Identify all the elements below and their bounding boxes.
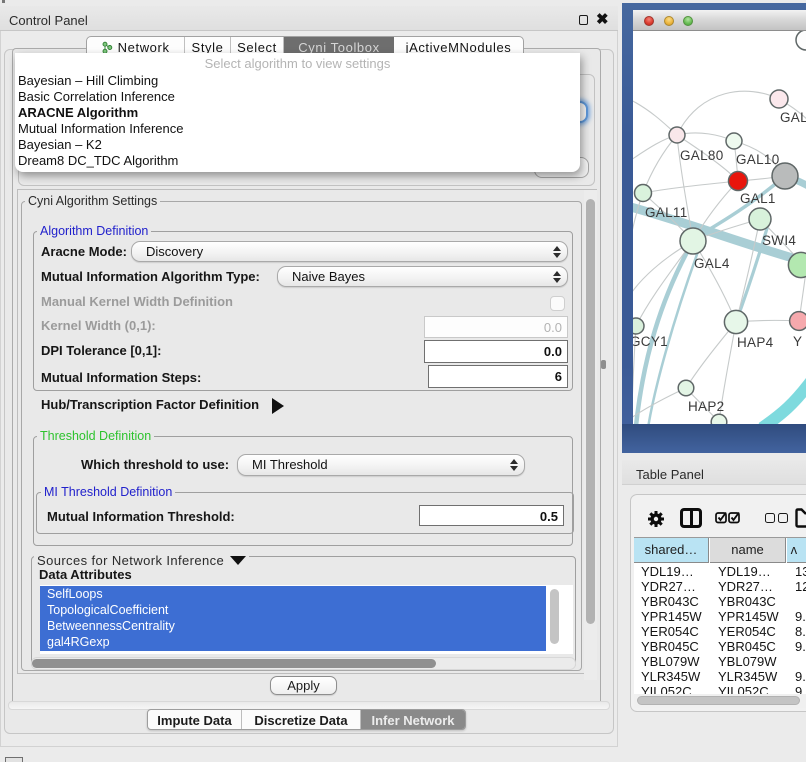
svg-text:GAL1: GAL1 [740,191,776,206]
svg-text:HAP4: HAP4 [737,335,774,350]
svg-text:GAL2: GAL2 [780,110,806,125]
svg-text:GAL80: GAL80 [680,148,724,163]
svg-text:GAL4: GAL4 [694,256,730,271]
svg-text:GCY1: GCY1 [633,334,668,349]
svg-text:Y: Y [793,334,802,349]
svg-text:GAL10: GAL10 [736,152,780,167]
svg-text:GAL11: GAL11 [645,205,688,220]
svg-text:SWI4: SWI4 [762,233,796,248]
svg-text:HAP2: HAP2 [688,399,724,414]
